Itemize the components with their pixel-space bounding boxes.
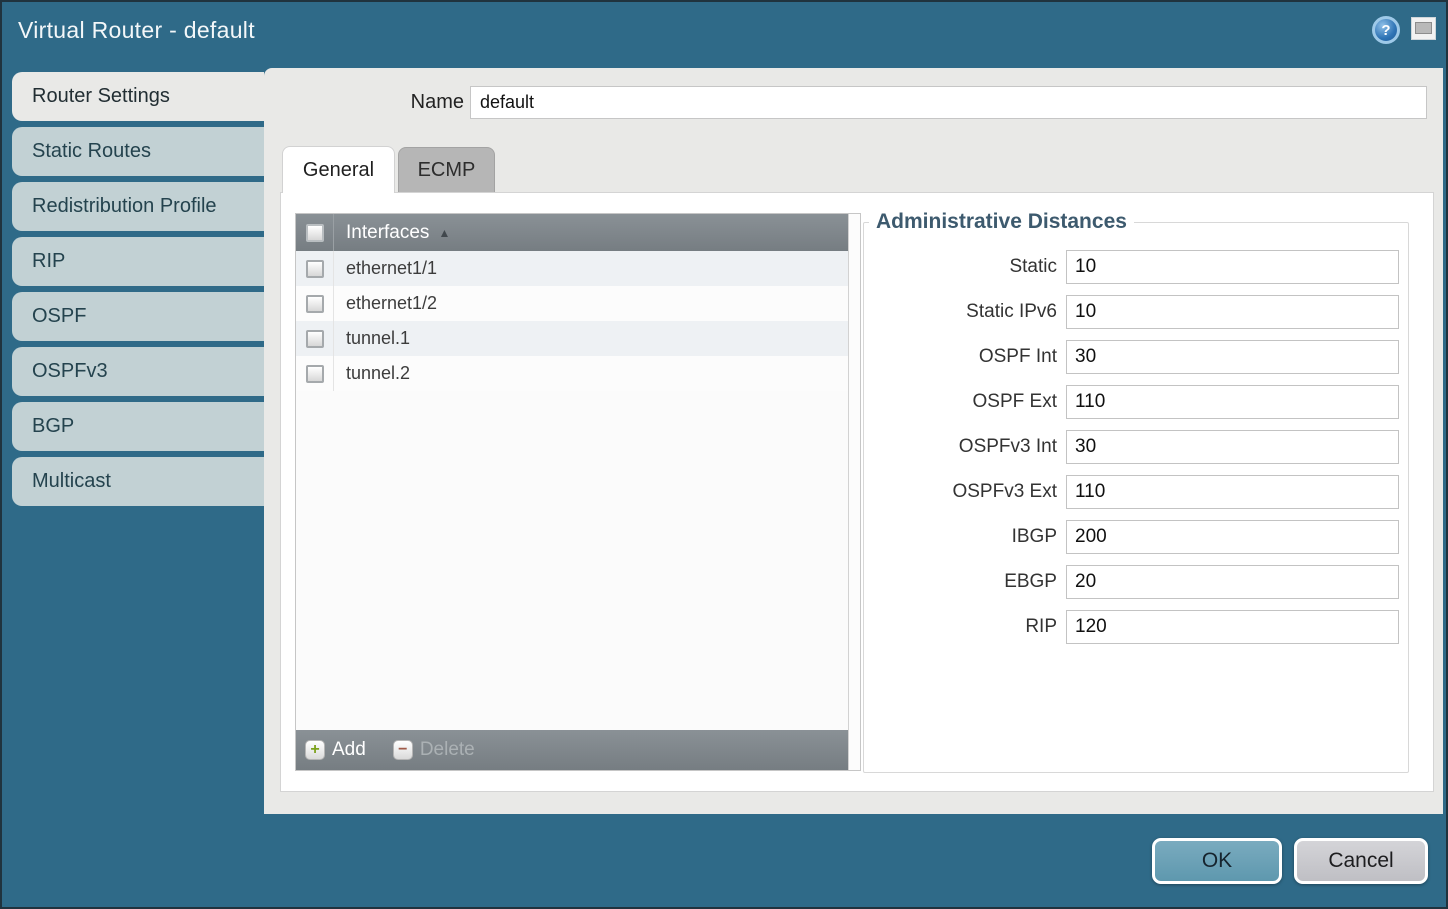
distance-input[interactable] <box>1066 340 1399 374</box>
sidebar-item-label: RIP <box>32 250 65 273</box>
row-checkbox-cell <box>296 251 334 286</box>
help-icon-glyph: ? <box>1381 22 1390 39</box>
tab-ecmp-label: ECMP <box>418 159 476 182</box>
interface-name: tunnel.2 <box>334 363 410 384</box>
add-button[interactable]: + Add <box>305 739 366 761</box>
select-all-checkbox[interactable] <box>306 224 324 242</box>
row-checkbox[interactable] <box>306 365 324 383</box>
distance-input[interactable] <box>1066 250 1399 284</box>
admin-distances-fields: Static Static IPv6 OSPF Int OSPF <box>863 250 1409 655</box>
tab-general[interactable]: General <box>282 146 395 193</box>
delete-minus-icon: − <box>393 740 413 760</box>
distance-input[interactable] <box>1066 385 1399 419</box>
cancel-button-label: Cancel <box>1328 849 1393 873</box>
sidebar-item-label: BGP <box>32 415 74 438</box>
content-panel: Name General ECMP Interfaces ▲ <box>264 68 1443 814</box>
admin-distance-field: OSPFv3 Ext <box>863 475 1409 509</box>
admin-distances-title: Administrative Distances <box>869 210 1134 234</box>
sidebar-item[interactable]: BGP <box>12 402 264 451</box>
interfaces-table-header: Interfaces ▲ <box>296 214 860 251</box>
table-row[interactable]: ethernet1/2 <box>296 286 860 321</box>
tab-general-label: General <box>303 159 374 182</box>
row-checkbox[interactable] <box>306 260 324 278</box>
name-label: Name <box>394 91 464 114</box>
distance-input[interactable] <box>1066 475 1399 509</box>
interfaces-table-footer: + Add − Delete <box>296 730 860 770</box>
sort-ascending-icon[interactable]: ▲ <box>438 226 450 240</box>
distance-field-label: RIP <box>863 616 1057 638</box>
distance-input[interactable] <box>1066 565 1399 599</box>
general-tab-card: Interfaces ▲ ethernet1/1 <box>280 192 1434 792</box>
row-checkbox[interactable] <box>306 295 324 313</box>
interface-name: ethernet1/2 <box>334 293 437 314</box>
sidebar-item[interactable]: RIP <box>12 237 264 286</box>
table-row[interactable]: ethernet1/1 <box>296 251 860 286</box>
row-checkbox-cell <box>296 356 334 391</box>
distance-field-label: Static <box>863 256 1057 278</box>
sidebar-item-label: OSPF <box>32 305 86 328</box>
interfaces-column-header[interactable]: Interfaces <box>334 222 429 244</box>
sidebar-item-label: Router Settings <box>32 85 170 108</box>
header-checkbox-cell <box>296 214 334 251</box>
add-button-label: Add <box>332 739 366 761</box>
distance-field-label: OSPFv3 Ext <box>863 481 1057 503</box>
admin-distance-field: Static <box>863 250 1409 284</box>
interface-name: ethernet1/1 <box>334 258 437 279</box>
distance-input[interactable] <box>1066 430 1399 464</box>
help-icon[interactable]: ? <box>1372 16 1400 44</box>
admin-distance-field: Static IPv6 <box>863 295 1409 329</box>
maximize-icon[interactable] <box>1411 17 1436 40</box>
sidebar-item[interactable]: Multicast <box>12 457 264 506</box>
sidebar-item-label: Static Routes <box>32 140 151 163</box>
admin-distance-field: OSPFv3 Int <box>863 430 1409 464</box>
ok-button-label: OK <box>1202 849 1232 873</box>
table-scrollbar-track[interactable] <box>848 214 860 770</box>
distance-field-label: Static IPv6 <box>863 301 1057 323</box>
distance-input[interactable] <box>1066 295 1399 329</box>
delete-button[interactable]: − Delete <box>393 739 475 761</box>
sidebar-item[interactable]: OSPFv3 <box>12 347 264 396</box>
interface-name: tunnel.1 <box>334 328 410 349</box>
sidebar-item[interactable]: Router Settings <box>12 72 264 121</box>
virtual-router-dialog: Virtual Router - default ? Router Settin… <box>0 0 1448 909</box>
distance-field-label: IBGP <box>863 526 1057 548</box>
admin-distance-field: EBGP <box>863 565 1409 599</box>
maximize-icon-inner <box>1415 22 1432 34</box>
distance-field-label: EBGP <box>863 571 1057 593</box>
row-checkbox-cell <box>296 286 334 321</box>
sidebar-item-label: OSPFv3 <box>32 360 108 383</box>
sidebar-item[interactable]: Static Routes <box>12 127 264 176</box>
delete-button-label: Delete <box>420 739 475 761</box>
sidebar: Router Settings Static Routes Redistribu… <box>12 72 264 506</box>
name-input[interactable] <box>470 86 1427 119</box>
tab-ecmp[interactable]: ECMP <box>398 147 495 192</box>
row-checkbox[interactable] <box>306 330 324 348</box>
admin-distance-field: OSPF Ext <box>863 385 1409 419</box>
sidebar-item-label: Multicast <box>32 470 111 493</box>
distance-input[interactable] <box>1066 520 1399 554</box>
interfaces-table: Interfaces ▲ ethernet1/1 <box>295 213 861 771</box>
add-plus-icon: + <box>305 740 325 760</box>
distance-field-label: OSPF Int <box>863 346 1057 368</box>
admin-distance-field: OSPF Int <box>863 340 1409 374</box>
admin-distance-field: RIP <box>863 610 1409 644</box>
ok-button[interactable]: OK <box>1152 838 1282 884</box>
dialog-title: Virtual Router - default <box>18 17 255 44</box>
interfaces-table-body: ethernet1/1 ethernet1/2 <box>296 251 860 730</box>
table-row[interactable]: tunnel.1 <box>296 321 860 356</box>
sidebar-item[interactable]: OSPF <box>12 292 264 341</box>
table-row[interactable]: tunnel.2 <box>296 356 860 391</box>
sidebar-item[interactable]: Redistribution Profile <box>12 182 264 231</box>
distance-input[interactable] <box>1066 610 1399 644</box>
distance-field-label: OSPFv3 Int <box>863 436 1057 458</box>
admin-distance-field: IBGP <box>863 520 1409 554</box>
cancel-button[interactable]: Cancel <box>1294 838 1428 884</box>
sidebar-item-label: Redistribution Profile <box>32 195 217 218</box>
distance-field-label: OSPF Ext <box>863 391 1057 413</box>
row-checkbox-cell <box>296 321 334 356</box>
